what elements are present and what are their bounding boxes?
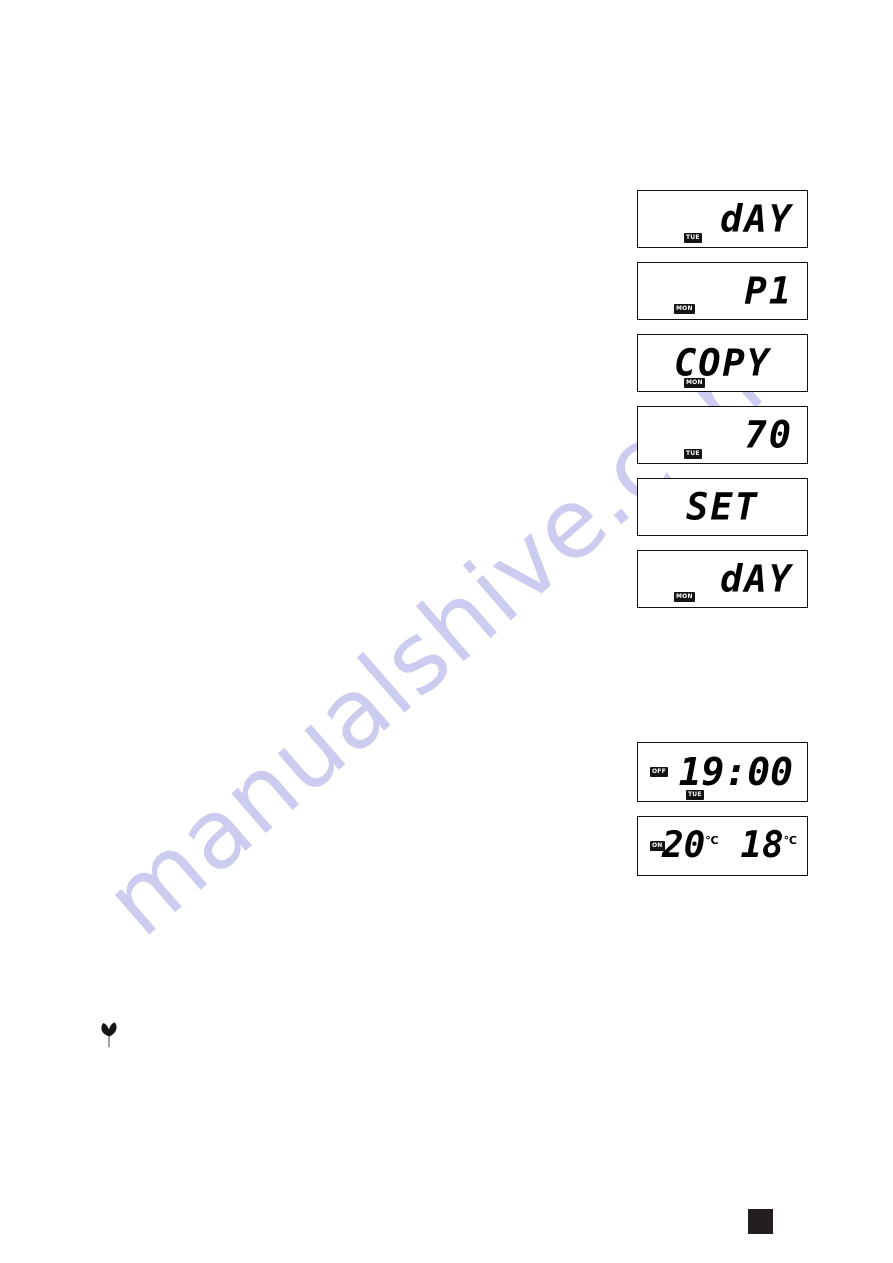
lcd-panel-program: P1 MON — [637, 262, 808, 320]
lcd-day-badge-mon: MON — [674, 592, 695, 602]
lcd-panel-day: dAY TUE — [637, 190, 808, 248]
leaf-icon — [99, 1022, 119, 1048]
lcd-day-badge-tue: TUE — [684, 449, 702, 459]
manual-page: manualshive.com dAY TUE P1 MON COPY MON … — [0, 0, 893, 1263]
lcd-readout-copy: COPY — [673, 341, 772, 385]
lcd-readout-day: dAY — [720, 197, 793, 241]
lcd-panel-group-upper: dAY TUE P1 MON COPY MON 70 TUE SET dAY M… — [637, 190, 808, 622]
degree-celsius-icon-two: ℃ — [783, 834, 797, 847]
lcd-day-badge-tue: TUE — [686, 790, 704, 800]
lcd-readout-day-confirm: dAY — [720, 557, 793, 601]
lcd-readout-time: 19:00 — [678, 750, 793, 794]
lcd-readout-temp-two: 18 — [740, 825, 784, 866]
lcd-panel-group-lower: OFF 19:00 TUE ON 20℃ 18℃ — [637, 742, 808, 890]
page-number-marker — [748, 1209, 773, 1234]
lcd-readout-temp-one: 20 — [661, 825, 706, 866]
lcd-mode-badge-off: OFF — [650, 767, 668, 777]
lcd-readout-temperature-pair: 20℃ 18℃ — [662, 828, 797, 864]
lcd-panel-copy: COPY MON — [637, 334, 808, 392]
lcd-panel-temperature-pair: ON 20℃ 18℃ — [637, 816, 808, 876]
lcd-panel-day-confirm: dAY MON — [637, 550, 808, 608]
degree-celsius-icon-one: ℃ — [705, 834, 719, 847]
lcd-panel-set: SET — [637, 478, 808, 536]
lcd-readout-temperature: 70 — [744, 413, 793, 457]
lcd-day-badge-mon: MON — [674, 304, 695, 314]
lcd-readout-set: SET — [686, 485, 759, 529]
lcd-panel-temperature: 70 TUE — [637, 406, 808, 464]
lcd-day-badge-tue: TUE — [684, 233, 702, 243]
lcd-day-badge-mon: MON — [684, 378, 705, 388]
lcd-panel-time: OFF 19:00 TUE — [637, 742, 808, 802]
lcd-readout-program: P1 — [744, 269, 793, 313]
